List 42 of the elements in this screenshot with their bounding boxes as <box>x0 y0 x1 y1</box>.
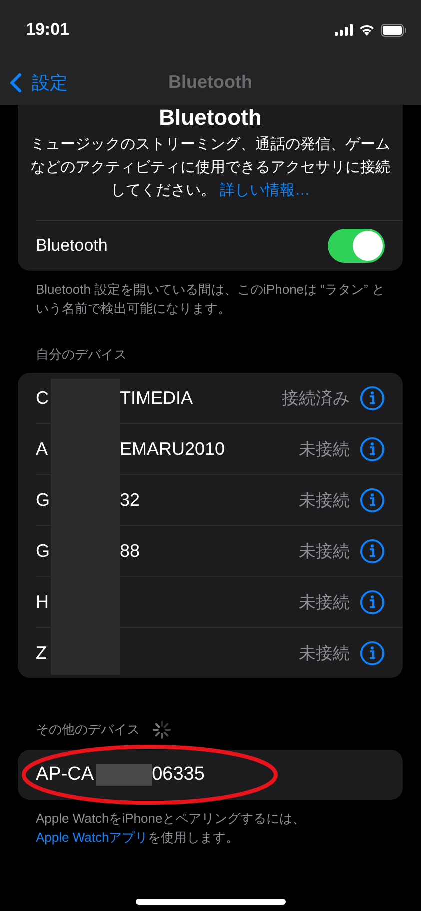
more-info-link[interactable]: 詳しい情報… <box>220 182 310 199</box>
device-name-start: AP-CA <box>36 764 94 786</box>
signal-icon <box>335 24 353 36</box>
nav-title: Bluetooth <box>168 72 252 93</box>
status-time: 19:01 <box>26 20 70 40</box>
discoverable-note: Bluetooth 設定を開いている間は、このiPhoneは “ラタン” という名前で検出可能になります。 <box>35 281 386 318</box>
device-name-end: 32 <box>120 490 140 510</box>
section-header: その他のデバイス <box>36 721 140 739</box>
connection-status: 未接続 <box>299 540 350 562</box>
info-icon <box>360 436 385 462</box>
device-name-end: EMARU2010 <box>120 438 226 460</box>
section-header: 自分のデバイス <box>35 346 128 364</box>
info-icon <box>360 590 385 614</box>
info-icon <box>360 488 385 512</box>
wifi-icon <box>359 24 375 36</box>
connection-status: 未接続 <box>299 490 350 512</box>
bluetooth-toggle[interactable] <box>328 229 385 263</box>
device-name-end: 88 <box>120 540 140 562</box>
device-name-end: TIMEDIA <box>120 388 194 408</box>
connection-status: 未接続 <box>299 642 350 664</box>
device-name-start: G <box>36 540 52 562</box>
device-name-end: 06335 <box>152 764 205 786</box>
apple-watch-app-link[interactable]: Apple Watchアプリ <box>36 830 148 845</box>
device-name-start: G <box>36 490 52 510</box>
device-name-start: Z <box>36 642 48 664</box>
info-icon <box>360 640 385 666</box>
device-name-start: A <box>36 438 50 460</box>
redaction-blur <box>96 764 152 786</box>
device-name-start: H <box>36 592 50 612</box>
back-chevron-icon <box>10 72 22 92</box>
toggle-label: Bluetooth <box>36 236 108 256</box>
connection-status: 未接続 <box>299 438 350 460</box>
info-icon <box>360 386 385 410</box>
back-button[interactable]: 設定 <box>0 70 68 94</box>
device-name-start: C <box>36 388 50 408</box>
connection-status: 未接続 <box>299 592 350 614</box>
info-icon <box>360 538 385 564</box>
card-heading: Bluetooth <box>158 105 263 131</box>
connection-status: 接続済み <box>282 388 350 410</box>
description-text: ミュージックのストリーミング、通話の発信、ゲームなどのアクティビティに使用できるアクセサリに接続してください。 詳しい情報… <box>30 135 392 201</box>
battery-icon <box>381 24 407 36</box>
apple-watch-note: Apple WatchをiPhoneとペアリングするには、 Apple Watchアプリ を使用します。 <box>35 810 307 847</box>
